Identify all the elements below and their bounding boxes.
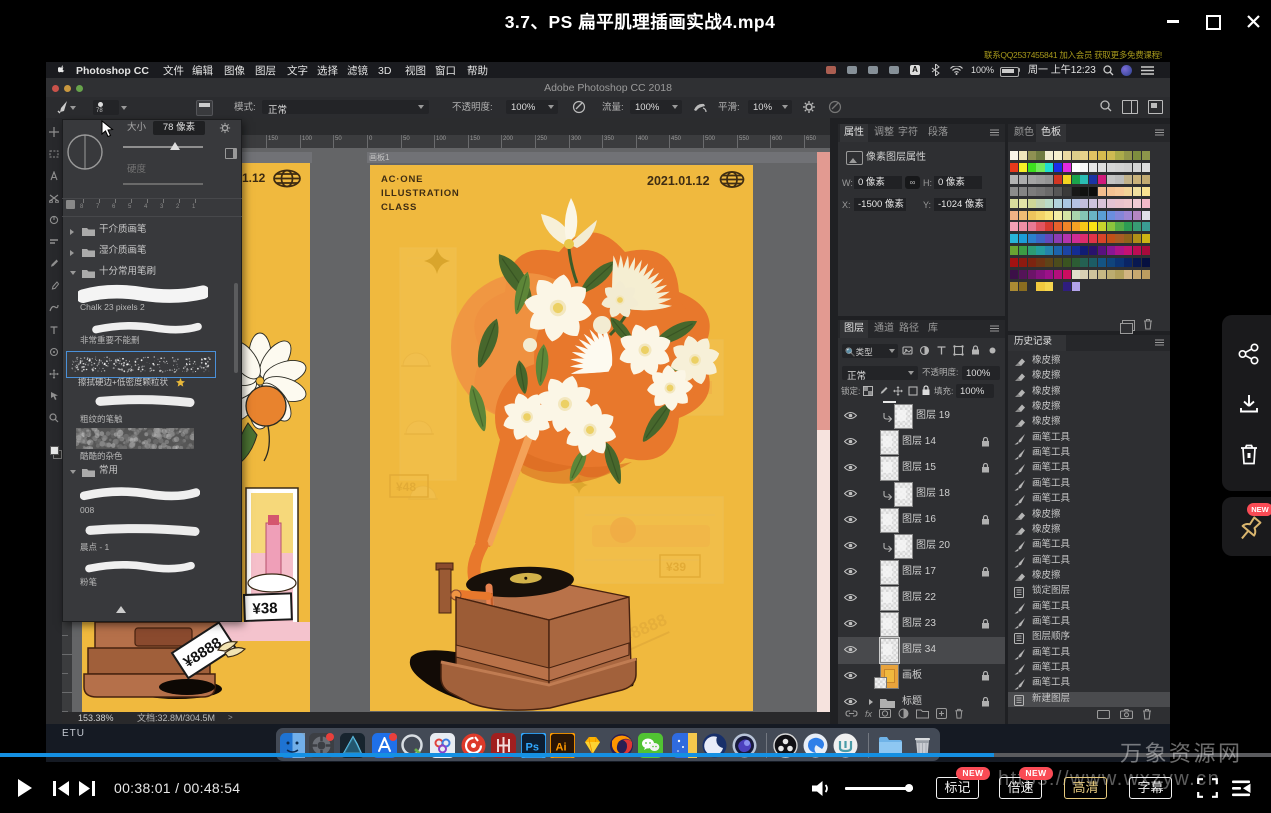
svg-text:1.12: 1.12 [242,171,266,185]
svg-text:¥38: ¥38 [252,600,278,618]
svg-text:2021.01.12: 2021.01.12 [647,174,710,188]
svg-text:ILLUSTRATION: ILLUSTRATION [381,188,460,199]
svg-text:CLASS: CLASS [381,202,417,213]
svg-text:Ai: Ai [555,742,566,754]
svg-text:AC·ONE: AC·ONE [381,174,423,185]
svg-text:¥39: ¥39 [666,560,686,574]
svg-text:¥48: ¥48 [396,480,416,494]
svg-text:Ps: Ps [525,742,538,754]
